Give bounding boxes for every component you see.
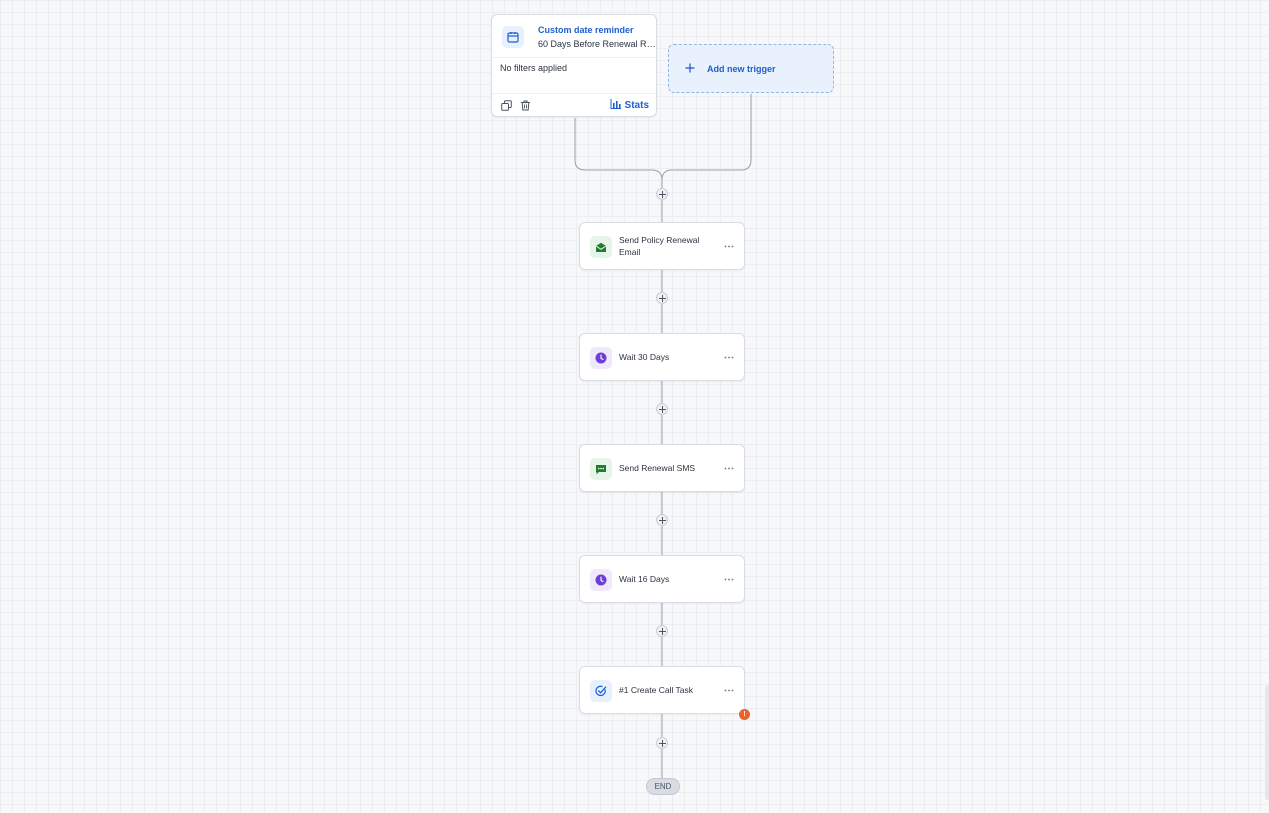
add-step-button[interactable]: [656, 188, 668, 200]
calendar-icon: [502, 26, 524, 48]
email-icon: [590, 236, 612, 258]
more-options-icon[interactable]: [722, 351, 736, 363]
clock-icon: [590, 347, 612, 369]
error-badge-icon[interactable]: !: [739, 709, 750, 720]
plus-icon: [658, 405, 666, 413]
action-card-send-email[interactable]: Send Policy Renewal Email: [579, 222, 745, 270]
trigger-filter-text: No filters applied: [500, 63, 568, 73]
add-step-button[interactable]: [656, 737, 668, 749]
action-card-send-sms[interactable]: Send Renewal SMS: [579, 444, 745, 492]
action-label: #1 Create Call Task: [619, 685, 694, 695]
more-options-icon[interactable]: [722, 462, 736, 474]
stats-label: Stats: [624, 99, 649, 111]
trigger-footer: Stats: [492, 93, 656, 116]
plus-icon: [658, 516, 666, 524]
trigger-card[interactable]: Custom date reminder 60 Days Before Rene…: [491, 14, 658, 117]
bar-chart-icon: [610, 96, 621, 114]
trigger-subtitle: 60 Days Before Renewal Re...: [538, 39, 658, 49]
add-new-trigger-button[interactable]: Add new trigger: [668, 44, 834, 93]
plus-icon: [658, 190, 666, 198]
sms-icon: [590, 458, 612, 480]
more-options-icon[interactable]: [722, 240, 736, 252]
add-step-button[interactable]: [656, 514, 668, 526]
trigger-title: Custom date reminder: [538, 25, 634, 35]
copy-icon[interactable]: [499, 98, 513, 112]
action-label: Wait 30 Days: [619, 352, 670, 362]
action-card-wait-30-days[interactable]: Wait 30 Days: [579, 333, 745, 381]
more-options-icon[interactable]: [722, 684, 736, 696]
action-card-wait-16-days[interactable]: Wait 16 Days: [579, 555, 745, 603]
add-step-button[interactable]: [656, 403, 668, 415]
action-label: Send Policy Renewal Email: [619, 235, 700, 257]
plus-icon: [658, 294, 666, 302]
add-step-button[interactable]: [656, 625, 668, 637]
action-card-create-call-task[interactable]: #1 Create Call Task: [579, 666, 745, 714]
plus-icon: [658, 739, 666, 747]
task-check-icon: [590, 680, 612, 702]
add-step-button[interactable]: [656, 292, 668, 304]
more-options-icon[interactable]: [722, 573, 736, 585]
add-new-trigger-label: Add new trigger: [707, 64, 776, 74]
action-label: Send Renewal SMS: [619, 463, 696, 473]
plus-icon: [658, 627, 666, 635]
trash-icon[interactable]: [518, 98, 532, 112]
plus-icon: [683, 61, 697, 75]
action-label: Wait 16 Days: [619, 574, 670, 584]
side-panel-edge[interactable]: [1265, 685, 1269, 800]
stats-button[interactable]: Stats: [610, 98, 649, 112]
end-node: END: [646, 778, 680, 795]
workflow-canvas[interactable]: Custom date reminder 60 Days Before Rene…: [0, 0, 1269, 813]
clock-icon: [590, 569, 612, 591]
trigger-header: Custom date reminder 60 Days Before Rene…: [500, 23, 658, 57]
divider: [492, 57, 656, 58]
